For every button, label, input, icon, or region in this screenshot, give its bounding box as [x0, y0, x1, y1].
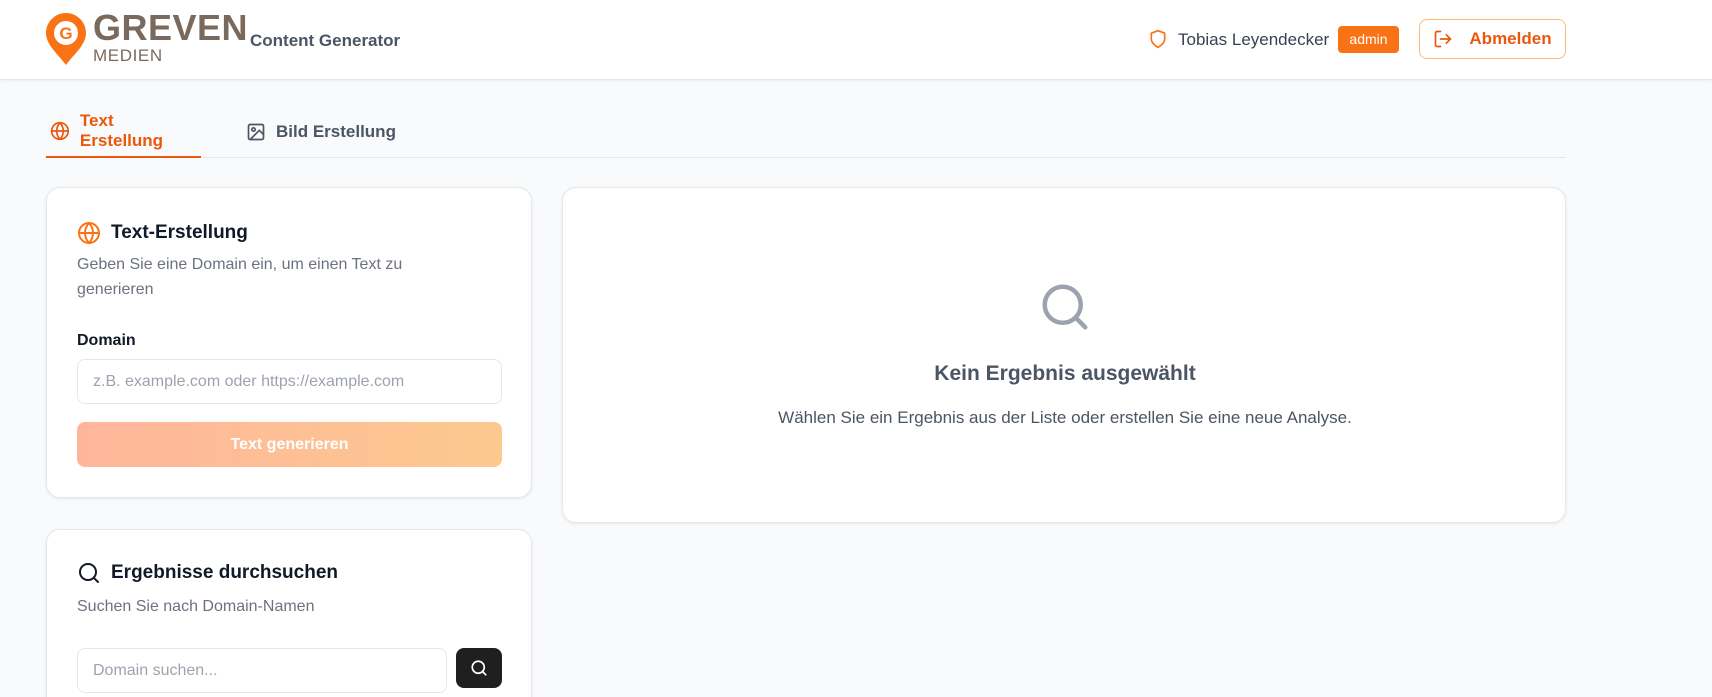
domain-label: Domain	[77, 332, 136, 349]
logout-button[interactable]: Abmelden	[1419, 19, 1566, 59]
search-button[interactable]	[456, 648, 502, 688]
globe-icon	[50, 121, 70, 141]
domain-search-input[interactable]	[77, 648, 447, 693]
tab-text-creation[interactable]: Text Erstellung	[46, 111, 201, 158]
logo-pin-icon: G	[46, 13, 86, 65]
tab-image-creation[interactable]: Bild Erstellung	[246, 112, 396, 158]
card-description: Suchen Sie nach Domain-Namen	[77, 598, 315, 615]
search-icon	[1042, 284, 1088, 330]
logout-icon	[1435, 30, 1452, 48]
card-title: Text-Erstellung	[77, 221, 248, 245]
role-badge: admin	[1338, 26, 1399, 53]
brand-subtitle: MEDIEN	[93, 46, 163, 65]
domain-input[interactable]	[77, 359, 502, 404]
card-description: Geben Sie eine Domain ein, um einen Text…	[77, 256, 403, 298]
image-icon	[247, 123, 265, 141]
globe-icon	[78, 222, 100, 244]
user-name: Tobias Leyendecker	[1178, 30, 1330, 49]
card-title-text: Text-Erstellung	[111, 222, 248, 243]
tab-label: Bild Erstellung	[276, 122, 396, 141]
search-icon	[471, 660, 487, 676]
tab-label: Text Erstellung	[79, 111, 164, 150]
svg-text:G: G	[59, 24, 72, 43]
empty-state-description: Wählen Sie ein Ergebnis aus der Liste od…	[778, 408, 1352, 427]
search-icon	[79, 563, 99, 583]
brand-name: GREVEN	[93, 7, 249, 48]
result-panel: Kein Ergebnis ausgewählt Wählen Sie ein …	[562, 187, 1566, 523]
app-name: Content Generator	[250, 31, 401, 50]
card-title: Ergebnisse durchsuchen	[77, 561, 338, 585]
app-header: G GREVEN MEDIEN Content Generator Tobias…	[0, 0, 1712, 80]
card-title-text: Ergebnisse durchsuchen	[111, 562, 339, 583]
logout-label: Abmelden	[1469, 29, 1552, 48]
search-results-card: Ergebnisse durchsuchen Suchen Sie nach D…	[46, 529, 532, 697]
empty-state-title: Kein Ergebnis ausgewählt	[934, 362, 1196, 385]
text-creation-card: Text-Erstellung Geben Sie eine Domain ei…	[46, 187, 532, 498]
generate-text-button[interactable]: Text generieren	[77, 422, 502, 467]
shield-icon	[1150, 29, 1166, 49]
tab-bar: Text Erstellung Bild Erstellung	[46, 111, 1566, 158]
